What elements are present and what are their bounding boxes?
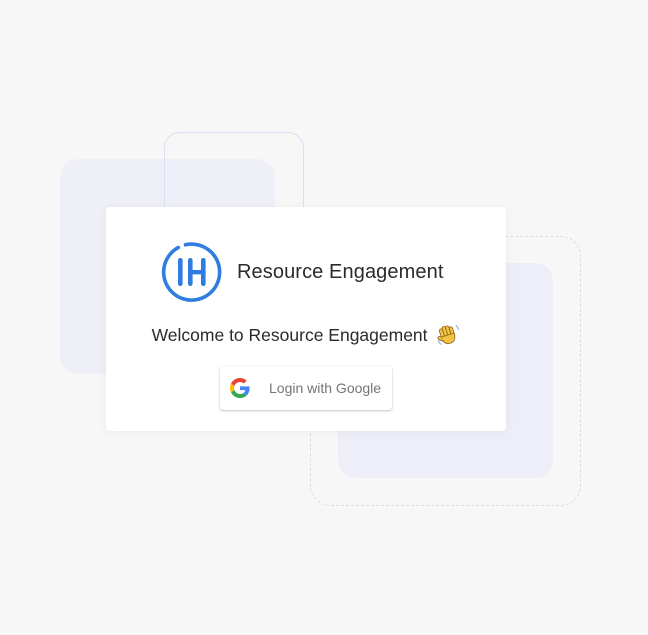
google-g-icon [230, 378, 250, 398]
waving-hand-icon [437, 325, 460, 345]
google-button-label: Login with Google [269, 380, 382, 396]
login-card: Resource Engagement Welcome to Resource … [106, 207, 506, 431]
app-name: Resource Engagement [237, 260, 444, 283]
welcome-message: Welcome to Resource Engagement [106, 322, 506, 346]
login-with-google-button[interactable]: Login with Google [220, 366, 392, 410]
welcome-text: Welcome to Resource Engagement [151, 325, 428, 345]
ih-logo-icon [161, 242, 222, 302]
login-page: Resource Engagement Welcome to Resource … [0, 0, 648, 635]
brand-header: Resource Engagement [161, 241, 443, 303]
